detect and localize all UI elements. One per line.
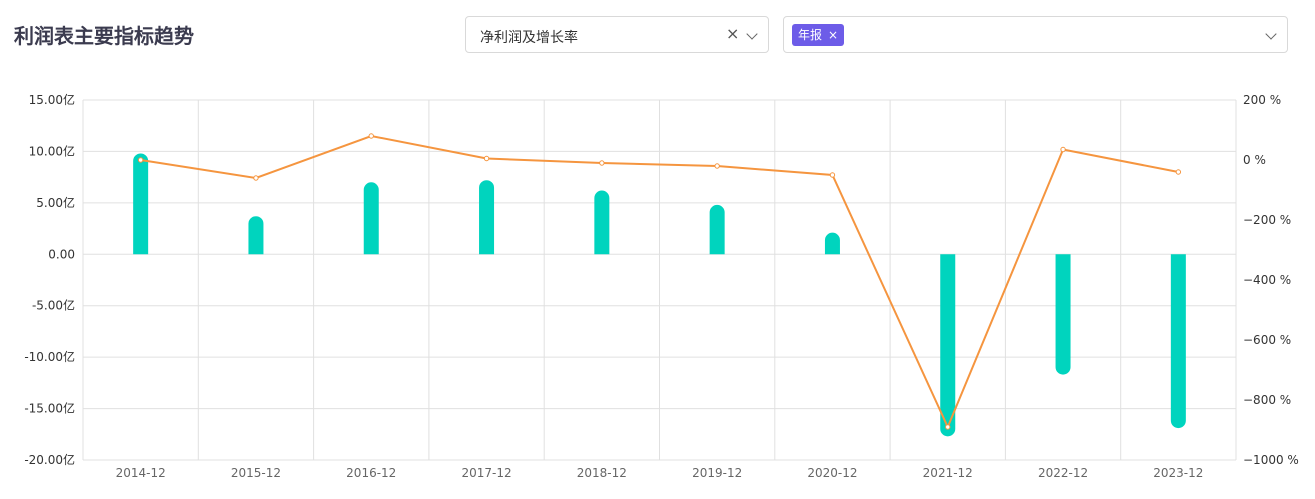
growth-point-2022-12 <box>1060 146 1066 153</box>
y-left-tick-label: -10.00亿 <box>24 349 75 364</box>
bar-2019-12 <box>709 204 725 255</box>
y-left-tick-label: 15.00亿 <box>29 92 75 107</box>
growth-point-2019-12 <box>714 163 720 169</box>
growth-point-2020-12 <box>829 172 836 178</box>
y-left-tick-label: 10.00亿 <box>29 143 75 158</box>
bar-2017-12 <box>479 180 495 255</box>
x-tick-label: 2015-12 <box>231 466 281 480</box>
y-left-tick-label: 0.00 <box>48 247 75 261</box>
growth-point-2014-12 <box>137 157 144 163</box>
y-left-tick-label: -20.00亿 <box>24 452 75 467</box>
bar-2020-12 <box>824 232 840 255</box>
growth-point-2017-12 <box>483 155 490 162</box>
x-tick-label: 2022-12 <box>1038 466 1088 480</box>
x-tick-label: 2016-12 <box>346 466 396 480</box>
x-tick-label: 2020-12 <box>807 466 857 480</box>
y-right-tick-label: 200 % <box>1243 93 1281 107</box>
x-tick-label: 2014-12 <box>116 466 166 480</box>
y-left-tick-label: -5.00亿 <box>32 298 75 313</box>
growth-point-2021-12 <box>945 424 951 430</box>
growth-point-2023-12 <box>1175 169 1182 175</box>
profit-trend-chart: 15.00亿 10.00亿 5.00亿 0.00 -5.00亿 -10.00亿 -15.00… <box>24 92 1299 480</box>
y-right-tick-label: −600 % <box>1243 333 1291 347</box>
growth-point-2016-12 <box>368 133 374 139</box>
x-tick-label: 2017-12 <box>461 466 511 480</box>
bar-2016-12 <box>363 182 379 255</box>
y-right-tick-label: −800 % <box>1243 393 1291 407</box>
y-right-tick-label: −400 % <box>1243 273 1291 287</box>
y-left-tick-label: 5.00亿 <box>36 195 75 210</box>
y-right-tick-label: −1000 % <box>1243 453 1299 467</box>
bar-2021-12 <box>940 254 956 437</box>
bar-2022-12 <box>1055 254 1071 375</box>
bar-2023-12 <box>1170 254 1186 429</box>
x-tick-label: 2021-12 <box>923 466 973 480</box>
x-tick-label: 2023-12 <box>1153 466 1203 480</box>
y-right-tick-label: −200 % <box>1243 213 1291 227</box>
bar-2018-12 <box>594 190 610 255</box>
bar-2015-12 <box>248 216 264 255</box>
y-right-tick-label: 0 % <box>1243 153 1266 167</box>
bar-2014-12 <box>133 153 149 255</box>
y-left-tick-label: -15.00亿 <box>24 401 75 416</box>
growth-point-2018-12 <box>599 160 605 166</box>
x-tick-label: 2019-12 <box>692 466 742 480</box>
growth-point-2015-12 <box>253 175 259 181</box>
x-tick-label: 2018-12 <box>577 466 627 480</box>
